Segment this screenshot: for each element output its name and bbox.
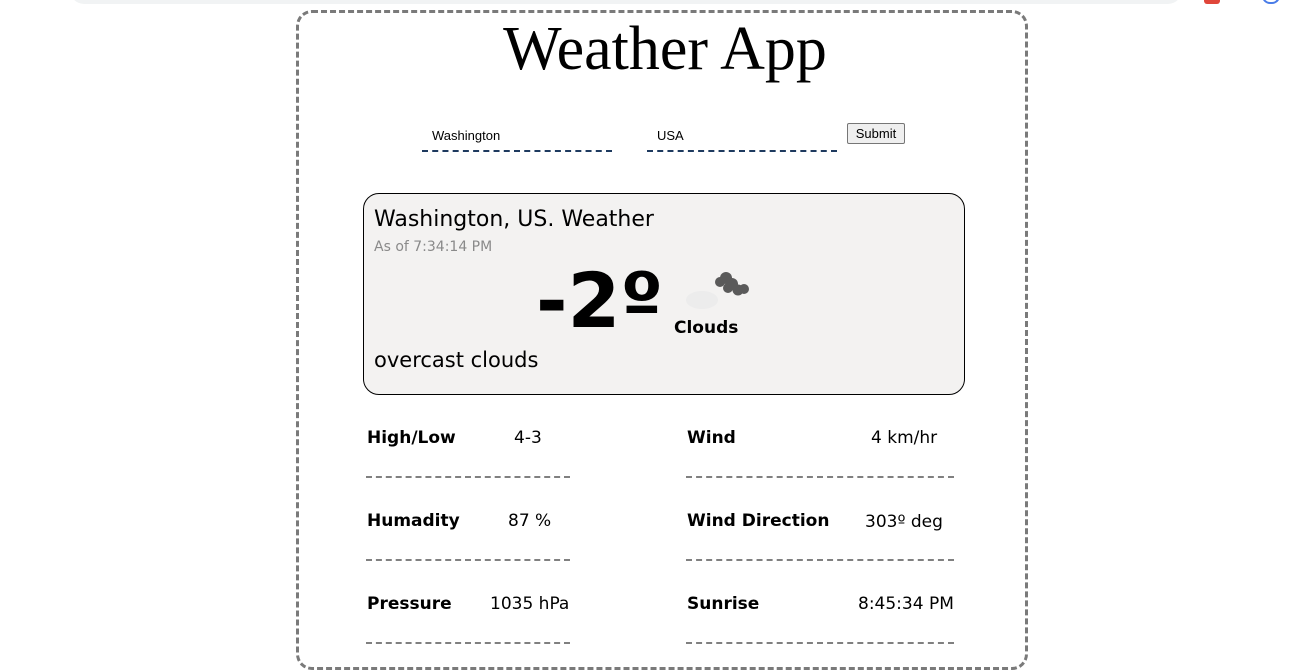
- stat-label: Wind Direction: [687, 511, 830, 531]
- temperature: -2º: [536, 256, 664, 345]
- location-title: Washington, US. Weather: [374, 207, 654, 232]
- stat-label: Pressure: [367, 594, 452, 614]
- current-weather-card: Washington, US. Weather As of 7:34:14 PM…: [363, 193, 965, 395]
- stat-value: 4-3: [514, 428, 542, 448]
- condition-main: Clouds: [674, 318, 739, 338]
- app-title: Weather App: [503, 15, 827, 83]
- stat-label: Wind: [687, 428, 736, 448]
- observation-time: As of 7:34:14 PM: [374, 239, 493, 255]
- browser-address-bar: [70, 0, 1182, 4]
- stat-value: 4 km/hr: [871, 428, 938, 448]
- stat-humidity: Humadity 87 %: [366, 501, 570, 561]
- overcast-clouds-icon: [686, 272, 749, 309]
- stat-sunrise: Sunrise 8:45:34 PM: [686, 584, 954, 644]
- stat-label: Sunrise: [687, 594, 760, 614]
- profile-icon[interactable]: [1262, 0, 1280, 4]
- stat-label: High/Low: [367, 428, 456, 448]
- stat-value: 8:45:34 PM: [858, 594, 954, 614]
- city-input[interactable]: [422, 120, 612, 152]
- stat-value: 1035 hPa: [490, 594, 570, 614]
- stat-value: 87 %: [508, 511, 552, 531]
- stat-wind-direction: Wind Direction 303º deg: [686, 501, 954, 561]
- stat-pressure: Pressure 1035 hPa: [366, 584, 570, 644]
- country-input[interactable]: [647, 120, 837, 152]
- stat-value: 303º deg: [865, 512, 943, 532]
- extension-icon[interactable]: [1204, 0, 1220, 4]
- submit-button[interactable]: Submit: [847, 123, 905, 144]
- stat-wind: Wind 4 km/hr: [686, 418, 954, 478]
- stat-label: Humadity: [367, 511, 460, 531]
- stat-high-low: High/Low 4-3: [366, 418, 570, 478]
- condition-description: overcast clouds: [374, 348, 539, 372]
